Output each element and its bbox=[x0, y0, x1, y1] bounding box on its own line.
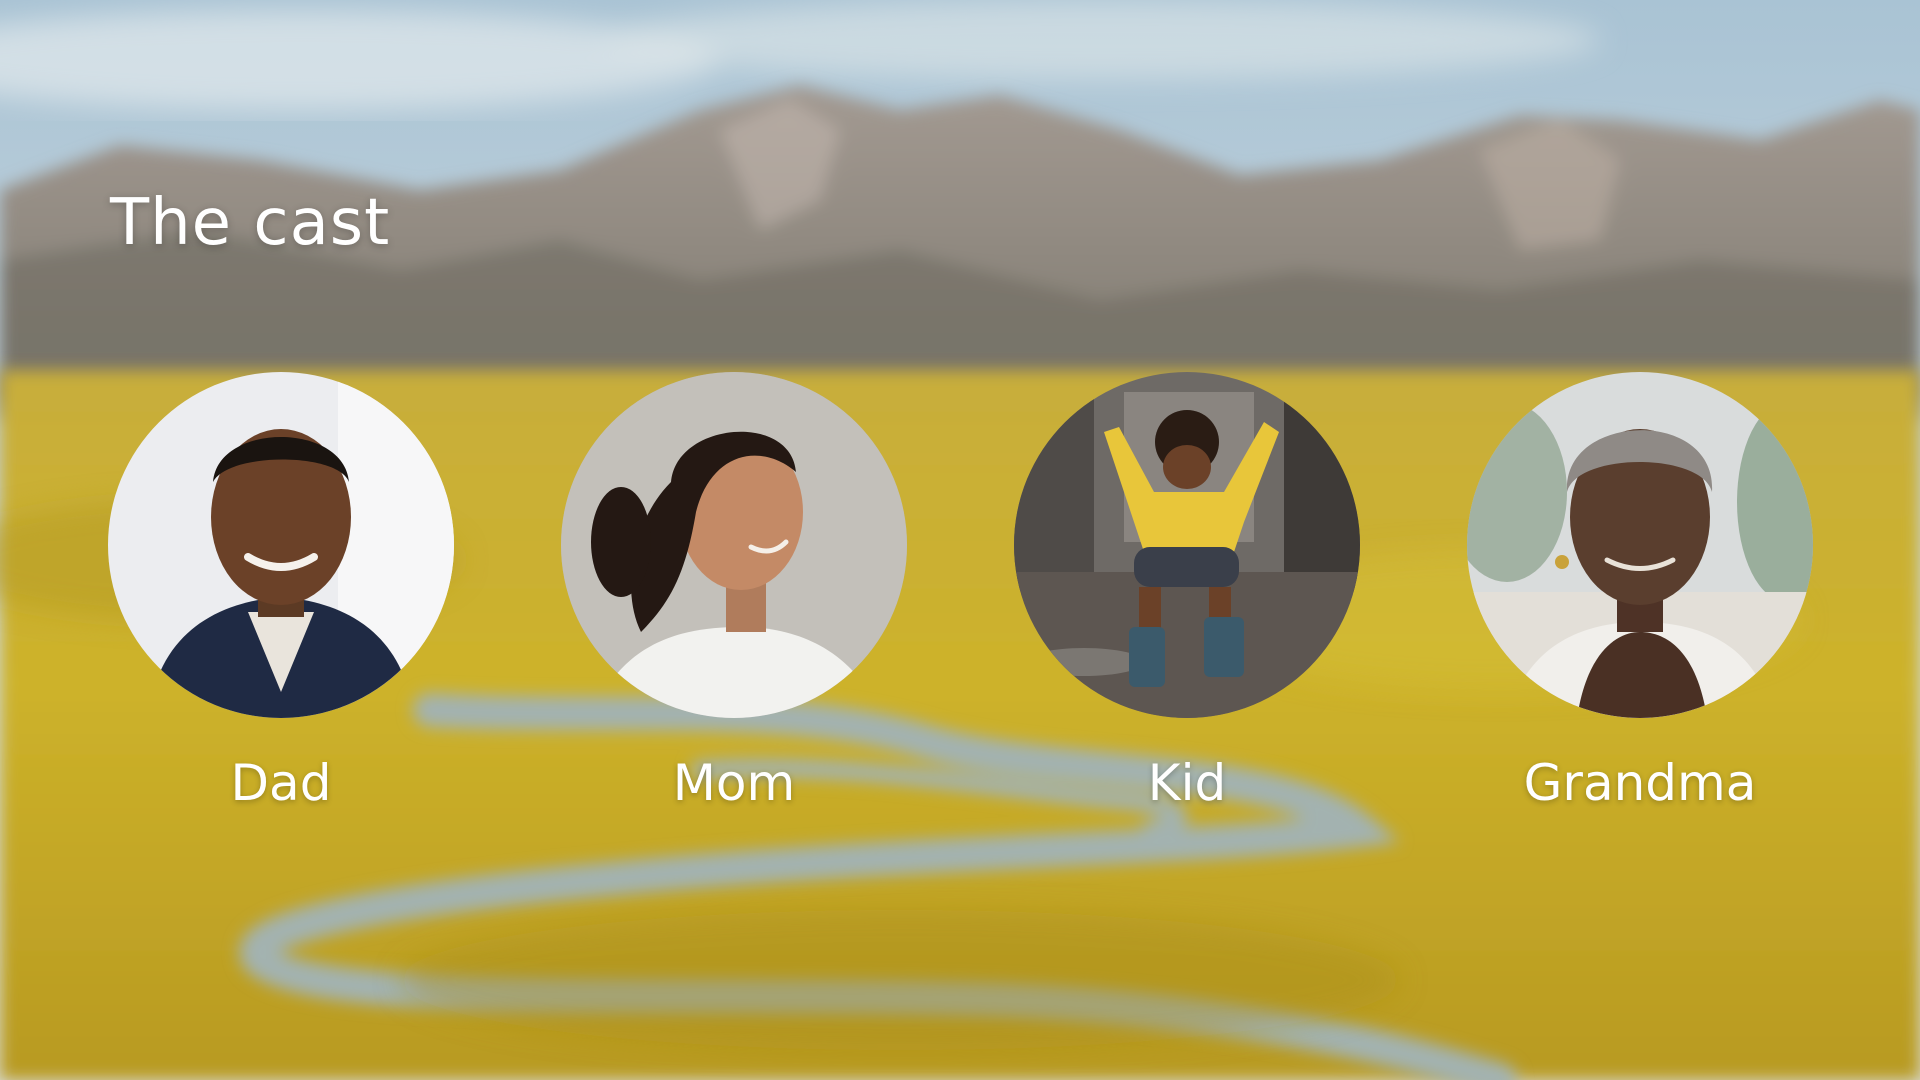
cast-member-dad: Dad bbox=[108, 372, 454, 812]
cast-member-kid: Kid bbox=[1014, 372, 1360, 812]
grandma-portrait-icon bbox=[1467, 372, 1813, 718]
cast-member-mom: Mom bbox=[561, 372, 907, 812]
cast-name-grandma: Grandma bbox=[1523, 754, 1757, 812]
cast-name-kid: Kid bbox=[1147, 754, 1227, 812]
cast-member-grandma: Grandma bbox=[1467, 372, 1813, 812]
mom-portrait-icon bbox=[561, 372, 907, 718]
cast-name-dad: Dad bbox=[230, 754, 332, 812]
kid-portrait-icon bbox=[1014, 372, 1360, 718]
slide: The cast Dad Mom Kid Grandma bbox=[0, 0, 1920, 1080]
cast-name-mom: Mom bbox=[672, 754, 796, 812]
slide-title: The cast bbox=[110, 186, 391, 260]
dad-portrait-icon bbox=[108, 372, 454, 718]
